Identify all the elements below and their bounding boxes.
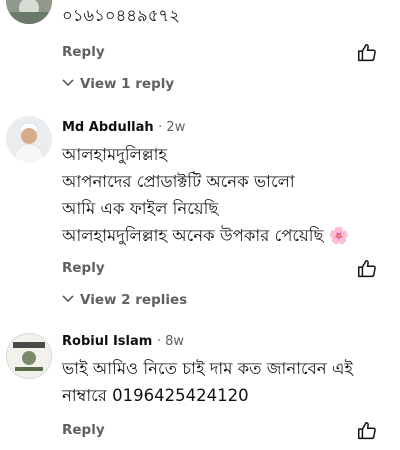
avatar[interactable] <box>6 333 52 379</box>
reply-button[interactable]: Reply <box>62 44 105 60</box>
reply-button[interactable]: Reply <box>62 260 105 276</box>
view-replies-label: View 1 reply <box>80 76 175 92</box>
comment-age: · 8w <box>156 334 184 349</box>
comment-line: আমি এক ফাইল নিয়েছি <box>62 199 219 218</box>
comment-author[interactable]: Robiul Islam · 8w <box>62 334 184 349</box>
thumbs-up-icon[interactable] <box>356 258 378 280</box>
comment-age: · 2w <box>158 120 186 135</box>
comment-line: নাম্বারে 0196425424120 <box>62 386 249 405</box>
comment-line: ভাই আমিও নিতে চাই দাম কত জানাবেন এই <box>62 359 354 378</box>
comment-line: আলহামদুলিল্লাহ <box>62 145 168 164</box>
avatar[interactable] <box>6 0 52 24</box>
comment-text: ০১৬১০৪৪৯৫৭২ <box>62 2 180 29</box>
view-replies-button[interactable]: View 2 replies <box>62 292 187 308</box>
thumbs-up-icon[interactable] <box>356 42 378 64</box>
chevron-down-icon <box>62 292 74 308</box>
avatar[interactable] <box>6 116 52 162</box>
comment-line: আপনাদের প্রোডাক্টটি অনেক ভালো <box>62 172 295 191</box>
author-name[interactable]: Md Abdullah <box>62 120 154 135</box>
reply-button[interactable]: Reply <box>62 422 105 438</box>
view-replies-button[interactable]: View 1 reply <box>62 76 174 92</box>
comment-text: ভাই আমিও নিতে চাই দাম কত জানাবেন এই নাম্… <box>62 355 353 409</box>
author-name[interactable]: Robiul Islam <box>62 334 152 349</box>
comment-text: আলহামদুলিল্লাহ আপনাদের প্রোডাক্টটি অনেক … <box>62 141 349 249</box>
comment-line: আলহামদুলিল্লাহ অনেক উপকার পেয়েছি 🌸 <box>62 226 350 245</box>
thumbs-up-icon[interactable] <box>356 420 378 442</box>
view-replies-label: View 2 replies <box>80 292 188 308</box>
chevron-down-icon <box>62 76 74 92</box>
comment-line: ০১৬১০৪৪৯৫৭২ <box>62 6 180 25</box>
comment-author[interactable]: Md Abdullah · 2w <box>62 120 185 135</box>
